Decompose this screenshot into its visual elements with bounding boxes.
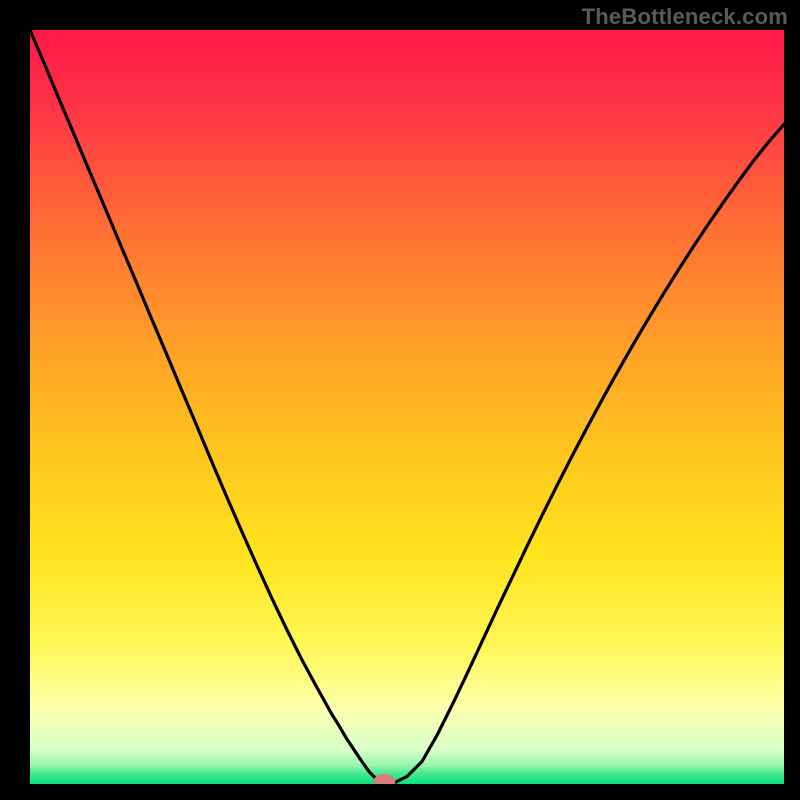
watermark-text: TheBottleneck.com	[582, 4, 788, 30]
bottleneck-chart	[0, 0, 800, 800]
chart-frame: TheBottleneck.com	[0, 0, 800, 800]
